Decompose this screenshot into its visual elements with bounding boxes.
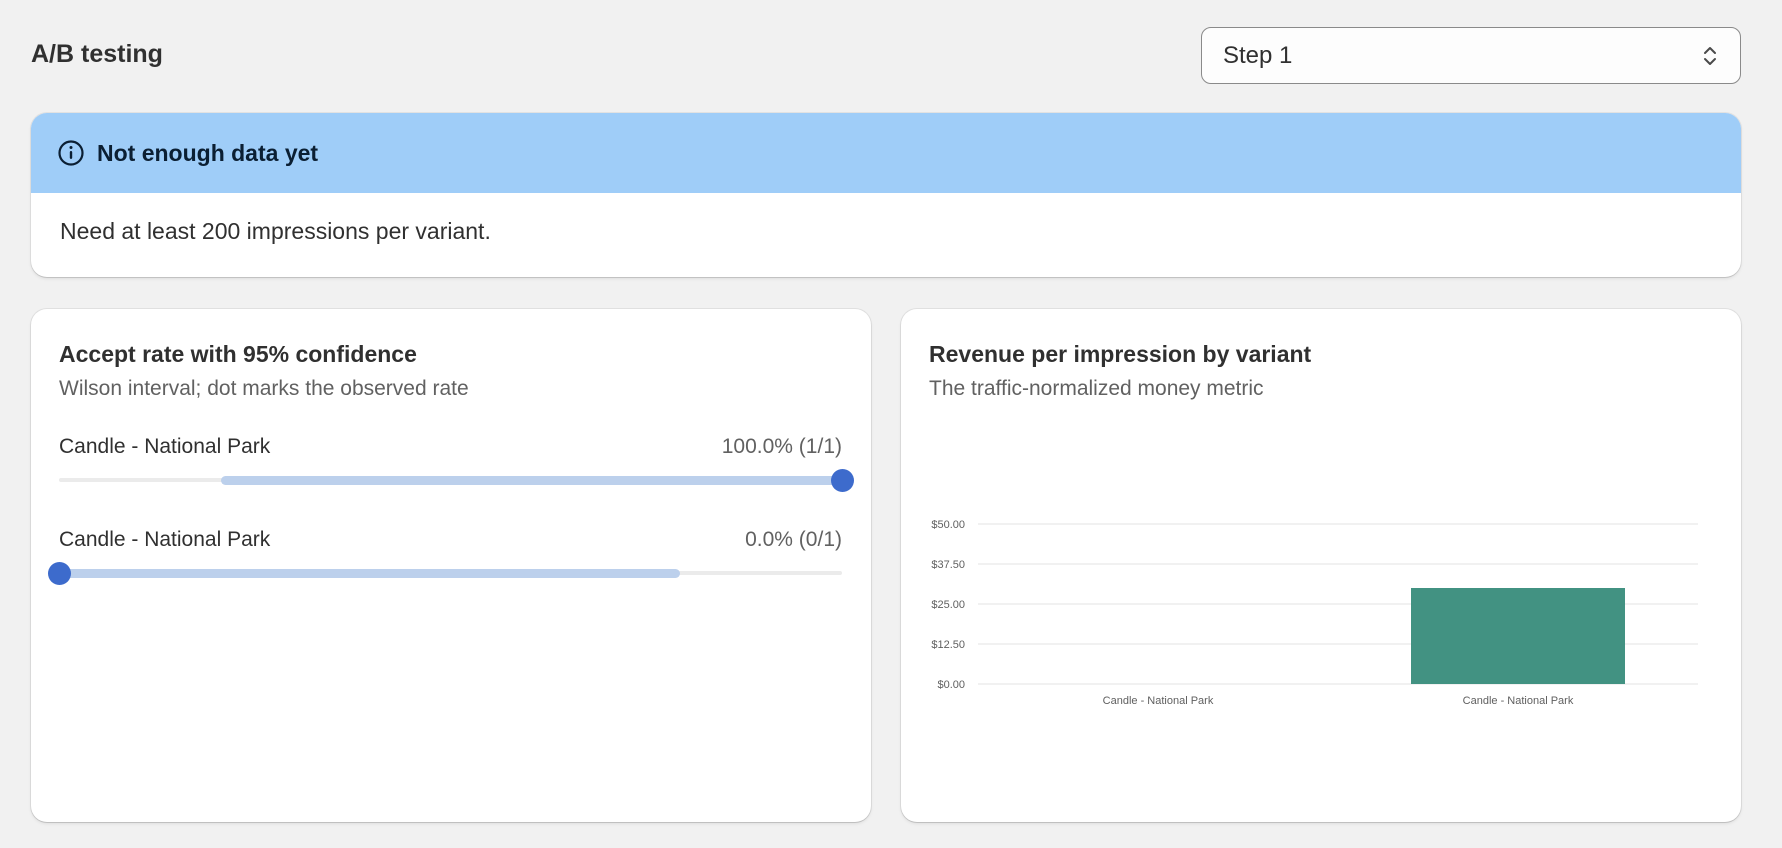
chevron-up-down-icon [1704, 47, 1716, 65]
card-subtitle: Wilson interval; dot marks the observed … [59, 377, 469, 400]
revenue-chart-svg: $0.00 $12.50 $25.00 $37.50 $50.00 Candle - Na… [931, 519, 1698, 707]
banner-title: Not enough data yet [97, 139, 319, 166]
y-tick-label: $12.50 [931, 639, 965, 651]
accept-rate-card: Accept rate with 95% confidence Wilson i… [31, 309, 871, 822]
step-select[interactable]: Step 1 [1201, 27, 1741, 84]
confidence-interval-bar [59, 569, 680, 578]
y-tick-label: $0.00 [937, 679, 965, 691]
bar [1411, 588, 1625, 684]
variant-name: Candle - National Park [59, 435, 271, 458]
x-tick-label: Candle - National Park [1103, 695, 1214, 707]
variant-row: Candle - National Park 0.0% (0/1) [47, 528, 842, 598]
y-tick-label: $25.00 [931, 599, 965, 611]
page-title: A/B testing [31, 40, 163, 68]
y-tick-label: $50.00 [931, 519, 965, 531]
info-icon [58, 140, 84, 166]
variant-row: Candle - National Park 100.0% (1/1) [59, 435, 854, 505]
x-tick-label: Candle - National Park [1463, 695, 1574, 707]
banner-message: Need at least 200 impressions per varian… [60, 218, 491, 244]
variant-name: Candle - National Park [59, 528, 271, 551]
revenue-card: Revenue per impression by variant The tr… [901, 309, 1741, 822]
variant-rate: 100.0% (1/1) [721, 435, 842, 458]
variant-rate: 0.0% (0/1) [745, 528, 842, 551]
step-select-value: Step 1 [1223, 41, 1293, 69]
info-banner: Not enough data yet Need at least 200 im… [31, 113, 1741, 277]
confidence-interval-bar [221, 476, 842, 485]
card-title: Accept rate with 95% confidence [59, 341, 417, 367]
revenue-chart: $0.00 $12.50 $25.00 $37.50 $50.00 Candle - Na… [901, 309, 1741, 822]
banner-header: Not enough data yet [31, 113, 1741, 193]
y-tick-label: $37.50 [931, 559, 965, 571]
observed-rate-dot [47, 562, 71, 585]
observed-rate-dot [830, 469, 854, 492]
